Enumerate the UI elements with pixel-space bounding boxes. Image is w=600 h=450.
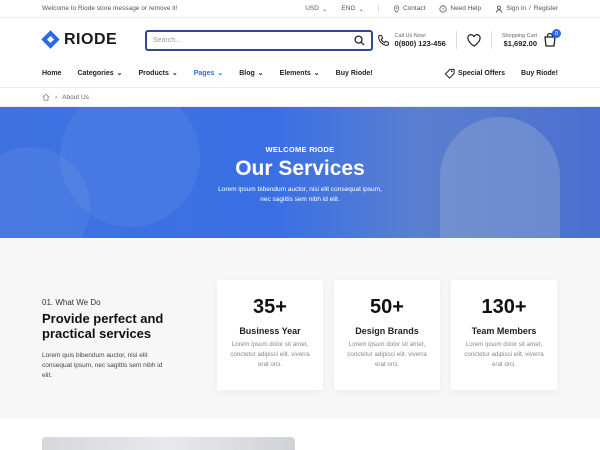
home-icon[interactable] bbox=[42, 93, 50, 101]
signin-link[interactable]: Sign in bbox=[506, 5, 526, 12]
contact-link[interactable]: Contact bbox=[393, 4, 425, 13]
search-box bbox=[145, 29, 373, 51]
main-nav: Home Categories ⌄ Products ⌄ Pages ⌄ Blog ⌄ … bbox=[0, 62, 600, 84]
what-we-do: 01. What We Do Provide perfect and pract… bbox=[42, 298, 182, 381]
buy-riode-link[interactable]: Buy Riode! bbox=[521, 70, 558, 77]
top-bar: Welcome to Riode store message or remove… bbox=[0, 0, 600, 18]
svg-text:?: ? bbox=[442, 6, 445, 12]
currency-select[interactable]: USD ⌄ bbox=[305, 5, 327, 13]
about-image bbox=[42, 437, 295, 450]
stat-label: Business Year bbox=[239, 326, 301, 336]
stats-section: 01. What We Do Provide perfect and pract… bbox=[0, 238, 600, 418]
stat-number: 35+ bbox=[253, 296, 287, 318]
divider bbox=[377, 4, 379, 13]
stat-label: Team Members bbox=[471, 326, 537, 336]
language-select[interactable]: ENG ⌄ bbox=[341, 5, 364, 13]
logo-mark-icon bbox=[42, 31, 60, 49]
help-link[interactable]: ? Need Help bbox=[439, 4, 481, 13]
breadcrumb-current: About Us bbox=[62, 93, 89, 101]
shopping-cart[interactable]: Shopping Cart $1,692.00 0 bbox=[501, 29, 561, 48]
location-icon bbox=[393, 4, 400, 13]
hero-description: Lorem ipsum bibendum auctor, nisi elit c… bbox=[218, 186, 382, 203]
stat-text: Lorem ipsum dolor sit amet, conctetur ad… bbox=[464, 341, 544, 368]
section-title: Provide perfect and practical services bbox=[42, 311, 164, 341]
hero-eyebrow: WELCOME RIODE bbox=[265, 145, 335, 154]
logo[interactable]: RIODE bbox=[42, 31, 145, 49]
phone-icon bbox=[377, 34, 389, 46]
chevron-down-icon: ⌄ bbox=[321, 5, 328, 13]
nav-item-elements[interactable]: Elements ⌄ bbox=[280, 69, 320, 78]
breadcrumb: › About Us bbox=[0, 87, 600, 107]
chevron-down-icon: ⌄ bbox=[257, 70, 264, 77]
call-number: 0(800) 123-456 bbox=[394, 38, 446, 48]
chevron-down-icon: ⌄ bbox=[358, 5, 364, 13]
hero-banner: WELCOME RIODE Our Services Lorem ipsum b… bbox=[0, 107, 600, 238]
help-icon: ? bbox=[439, 4, 447, 12]
stat-number: 130+ bbox=[481, 296, 527, 318]
divider bbox=[455, 31, 457, 49]
chevron-down-icon: ⌄ bbox=[313, 70, 320, 77]
section-eyebrow: 01. What We Do bbox=[42, 298, 101, 307]
stat-text: Lorem ipsum dolor sit amet, conctetur ad… bbox=[347, 341, 427, 368]
search-icon[interactable] bbox=[354, 34, 365, 46]
stat-label: Design Brands bbox=[355, 326, 419, 336]
user-icon bbox=[495, 5, 503, 13]
special-offers-link[interactable]: Special Offers bbox=[444, 68, 505, 79]
chevron-down-icon: ⌄ bbox=[217, 70, 224, 77]
stat-text: Lorem ipsum dolor sit amet, conctetur ad… bbox=[230, 341, 310, 368]
section-description: Lorem quis bibendum auctor, nisi elit co… bbox=[42, 352, 163, 379]
stat-card-team-members: 130+ Team Members Lorem ipsum dolor sit … bbox=[451, 280, 557, 390]
register-link[interactable]: Register bbox=[534, 5, 558, 12]
nav-item-home[interactable]: Home bbox=[42, 70, 61, 77]
nav-item-pages[interactable]: Pages ⌄ bbox=[194, 69, 224, 78]
chevron-down-icon: ⌄ bbox=[116, 70, 123, 77]
divider bbox=[490, 31, 492, 49]
nav-item-buy-riode[interactable]: Buy Riode! bbox=[336, 70, 373, 77]
call-us[interactable]: Call Us Now: 0(800) 123-456 bbox=[377, 33, 446, 48]
heart-icon[interactable] bbox=[467, 33, 481, 47]
stat-number: 50+ bbox=[370, 296, 404, 318]
cart-count-badge: 0 bbox=[552, 29, 561, 38]
logo-text: RIODE bbox=[64, 31, 118, 48]
stat-card-business-year: 35+ Business Year Lorem ipsum dolor sit … bbox=[217, 280, 323, 390]
account-divider: / bbox=[528, 5, 531, 12]
cart-total: $1,692.00 bbox=[503, 38, 537, 48]
welcome-message: Welcome to Riode store message or remove… bbox=[42, 5, 178, 12]
search-input[interactable] bbox=[153, 36, 333, 44]
nav-item-products[interactable]: Products ⌄ bbox=[139, 69, 178, 78]
chevron-down-icon: ⌄ bbox=[171, 70, 178, 77]
hero-title: Our Services bbox=[235, 157, 365, 180]
cart-label: Shopping Cart bbox=[501, 32, 537, 39]
nav-item-categories[interactable]: Categories ⌄ bbox=[77, 69, 123, 78]
breadcrumb-separator: › bbox=[55, 93, 58, 101]
main-header: RIODE Call Us Now: 0(800) 123-456 Shoppi… bbox=[0, 18, 600, 62]
account-links: Sign in / Register bbox=[495, 5, 558, 13]
stat-card-design-brands: 50+ Design Brands Lorem ipsum dolor sit … bbox=[334, 280, 440, 390]
nav-item-blog[interactable]: Blog ⌄ bbox=[239, 69, 264, 78]
tag-icon bbox=[444, 68, 455, 79]
